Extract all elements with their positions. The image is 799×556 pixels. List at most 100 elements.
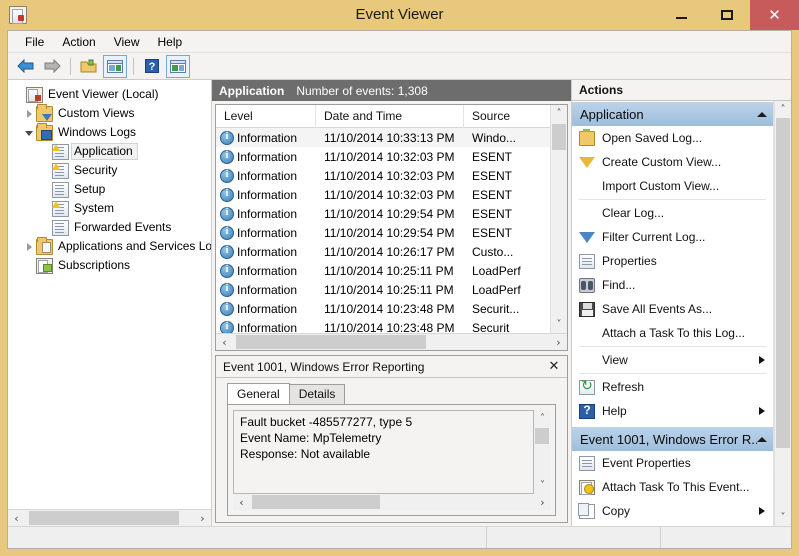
tree-item-forwarded-events[interactable]: Forwarded Events [8, 218, 211, 237]
tab-general[interactable]: General [227, 383, 290, 404]
column-header-date-and-time[interactable]: Date and Time [316, 105, 464, 128]
scroll-up-icon[interactable]: ˄ [775, 101, 791, 118]
minimize-button[interactable] [658, 0, 704, 30]
column-header-source[interactable]: Source [464, 105, 550, 128]
expand-toggle[interactable] [22, 104, 36, 123]
tree-item-applications-and-services-logs[interactable]: Applications and Services Lo [8, 236, 211, 256]
table-row[interactable]: Information 11/10/2014 10:32:03 PM ESENT [216, 185, 550, 204]
collapse-toggle[interactable] [22, 123, 36, 142]
table-row[interactable]: Information 11/10/2014 10:32:03 PM ESENT [216, 166, 550, 185]
table-row[interactable]: Information 11/10/2014 10:23:48 PM Secur… [216, 299, 550, 318]
close-button[interactable]: ✕ [750, 0, 799, 30]
action-save-all-events-as[interactable]: Save All Events As... [572, 297, 773, 321]
event-list-vertical-scrollbar[interactable]: ˄ ˅ [550, 105, 567, 333]
maximize-button[interactable] [704, 0, 750, 30]
tree-item-event-viewer-local[interactable]: Event Viewer (Local) [8, 85, 211, 104]
tree-item-application[interactable]: Application [8, 142, 211, 161]
cell-source: ESENT [472, 206, 513, 221]
forward-button[interactable] [40, 55, 64, 78]
tree-item-security[interactable]: Security [8, 161, 211, 180]
action-import-custom-view[interactable]: Import Custom View... [572, 174, 773, 198]
tree-item-windows-logs[interactable]: Windows Logs [8, 122, 211, 142]
chevron-down-icon [25, 131, 33, 136]
event-list-horizontal-scrollbar[interactable]: ‹ › [216, 333, 567, 350]
scroll-left-icon[interactable]: ‹ [216, 334, 233, 351]
tree-horizontal-scrollbar[interactable]: ‹ › [8, 509, 211, 526]
actions-group-header-event[interactable]: Event 1001, Windows Error R... [572, 426, 773, 451]
action-create-custom-view[interactable]: Create Custom View... [572, 150, 773, 174]
scroll-track[interactable] [233, 334, 550, 351]
menu-action[interactable]: Action [53, 33, 104, 51]
actions-pane-body: Application Open Saved Log... Create Cus… [572, 101, 791, 526]
column-header-level[interactable]: Level [216, 105, 316, 128]
scroll-down-icon[interactable]: ˅ [775, 509, 791, 526]
scroll-track[interactable] [534, 427, 551, 477]
scroll-right-icon[interactable]: › [534, 494, 551, 511]
scroll-thumb[interactable] [236, 334, 426, 349]
tree-item-subscriptions[interactable]: Subscriptions [8, 256, 211, 275]
scroll-up-icon[interactable]: ˄ [551, 105, 567, 122]
scroll-thumb[interactable] [552, 124, 566, 150]
scroll-thumb[interactable] [776, 118, 790, 448]
menu-help[interactable]: Help [149, 33, 192, 51]
show-hide-console-tree-button[interactable] [103, 54, 127, 78]
back-button[interactable] [14, 55, 38, 78]
action-event-properties[interactable]: Event Properties [572, 451, 773, 475]
scroll-left-icon[interactable]: ‹ [8, 510, 25, 527]
action-copy[interactable]: Copy [572, 499, 773, 523]
event-message-textbox[interactable]: Fault bucket -485577277, type 5 Event Na… [233, 410, 534, 494]
action-open-saved-log[interactable]: Open Saved Log... [572, 126, 773, 150]
scroll-track[interactable] [250, 494, 534, 511]
information-icon [220, 168, 234, 183]
actions-group-header-application[interactable]: Application [572, 101, 773, 126]
scroll-track[interactable] [775, 118, 791, 509]
scroll-up-icon[interactable]: ˄ [534, 410, 551, 427]
action-filter-current-log[interactable]: Filter Current Log... [572, 225, 773, 249]
event-count: Number of events: 1,308 [296, 83, 428, 98]
scroll-track[interactable] [25, 510, 194, 527]
expand-toggle[interactable] [22, 237, 36, 256]
tab-details[interactable]: Details [288, 384, 346, 404]
action-attach-a-task-to-this-log[interactable]: Attach a Task To this Log... [572, 321, 773, 345]
actions-vertical-scrollbar[interactable]: ˄ ˅ [774, 101, 791, 526]
table-row[interactable]: Information 11/10/2014 10:25:11 PM LoadP… [216, 280, 550, 299]
scroll-down-icon[interactable]: ˅ [551, 316, 567, 333]
table-row[interactable]: Information 11/10/2014 10:25:11 PM LoadP… [216, 261, 550, 280]
open-folder-button[interactable] [77, 55, 101, 78]
scroll-down-icon[interactable]: ˅ [534, 477, 551, 494]
scroll-thumb[interactable] [535, 428, 549, 444]
menu-view[interactable]: View [105, 33, 149, 51]
copy-icon [578, 502, 595, 519]
table-row[interactable]: Information 11/10/2014 10:32:03 PM ESENT [216, 147, 550, 166]
menu-file[interactable]: File [16, 33, 53, 51]
cell-source: LoadPerf [472, 263, 521, 278]
action-refresh[interactable]: Refresh [572, 375, 773, 399]
scroll-thumb[interactable] [252, 495, 380, 509]
action-help[interactable]: Help [572, 399, 773, 423]
table-row[interactable]: Information 11/10/2014 10:26:17 PM Custo… [216, 242, 550, 261]
table-row[interactable]: Information 11/10/2014 10:33:13 PM Windo… [216, 128, 550, 147]
show-hide-action-pane-button[interactable] [166, 54, 190, 78]
action-properties[interactable]: Properties [572, 249, 773, 273]
table-row[interactable]: Information 11/10/2014 10:23:48 PM Secur… [216, 318, 550, 333]
scroll-track[interactable] [551, 122, 567, 316]
close-icon[interactable]: ✕ [545, 359, 563, 374]
event-details-vertical-scrollbar[interactable]: ˄ ˅ [534, 410, 551, 494]
event-details-horizontal-scrollbar[interactable]: ‹ › [233, 494, 551, 511]
menu-bar: File Action View Help [8, 31, 791, 53]
scroll-left-icon[interactable]: ‹ [233, 494, 250, 511]
action-attach-task-to-this-event[interactable]: Attach Task To This Event... [572, 475, 773, 499]
scroll-right-icon[interactable]: › [194, 510, 211, 527]
action-find[interactable]: Find... [572, 273, 773, 297]
table-row[interactable]: Information 11/10/2014 10:29:54 PM ESENT [216, 223, 550, 242]
action-view[interactable]: View [572, 348, 773, 372]
action-clear-log[interactable]: Clear Log... [572, 201, 773, 225]
scroll-right-icon[interactable]: › [550, 334, 567, 351]
table-row[interactable]: Information 11/10/2014 10:29:54 PM ESENT [216, 204, 550, 223]
tree-item-system[interactable]: System [8, 199, 211, 218]
scroll-thumb[interactable] [29, 510, 179, 525]
action-label: Open Saved Log... [602, 131, 703, 145]
help-button[interactable]: ? [140, 55, 164, 78]
tree-item-custom-views[interactable]: Custom Views [8, 103, 211, 123]
tree-item-setup[interactable]: Setup [8, 180, 211, 199]
